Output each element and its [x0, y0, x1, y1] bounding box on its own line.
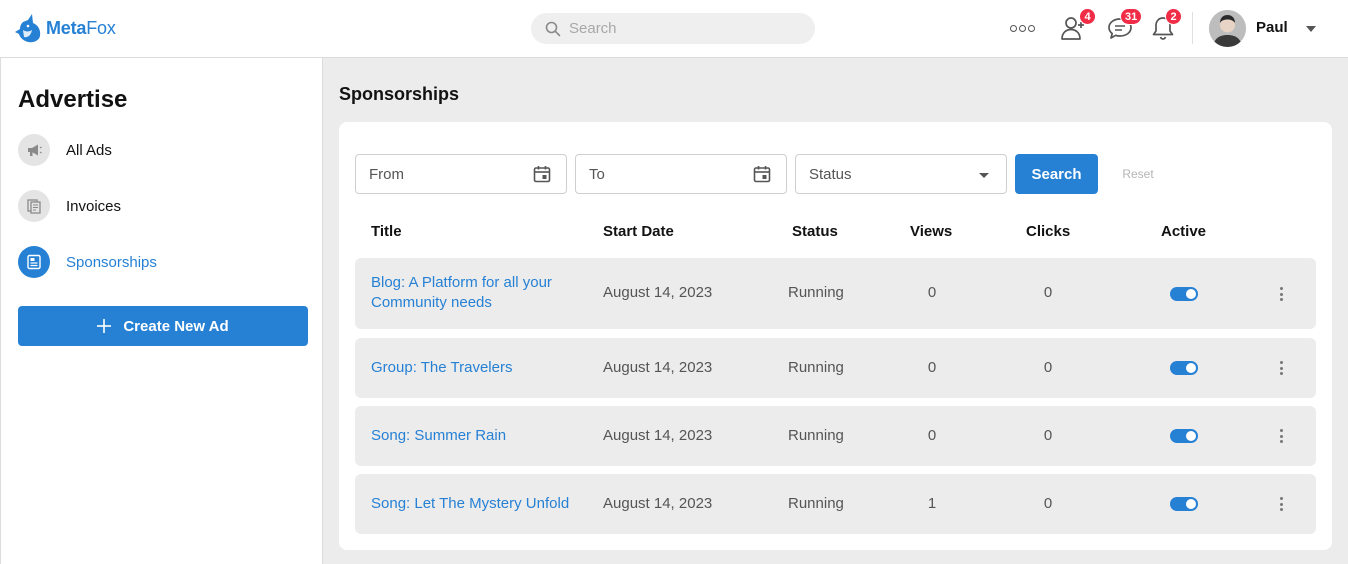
row-clicks: 0: [1043, 495, 1053, 512]
table-row: Blog: A Platform for all your Community …: [355, 258, 1316, 329]
row-status: Running: [788, 427, 844, 444]
row-start-date: August 14, 2023: [603, 495, 713, 512]
status-select[interactable]: Status: [795, 154, 1007, 194]
user-avatar[interactable]: [1209, 10, 1246, 47]
sidebar-item-label: All Ads: [66, 141, 112, 159]
sidebar: Advertise All Ads Invoices Sponsorships …: [0, 58, 323, 564]
page-title: Sponsorships: [339, 84, 460, 104]
search-box[interactable]: [531, 13, 815, 44]
active-toggle[interactable]: [1170, 429, 1198, 443]
row-start-date: August 14, 2023: [603, 284, 713, 301]
row-menu-kebab-icon[interactable]: [1279, 429, 1283, 443]
status-placeholder: Status: [809, 165, 852, 183]
row-title-link[interactable]: Group: The Travelers: [371, 358, 601, 378]
row-views: 0: [927, 427, 937, 444]
create-new-ad-button[interactable]: Create New Ad: [18, 306, 308, 346]
column-header-title: Title: [371, 223, 402, 240]
row-start-date: August 14, 2023: [603, 427, 713, 444]
column-header-start-date: Start Date: [603, 223, 674, 240]
row-clicks: 0: [1043, 359, 1053, 376]
messages-badge: 31: [1120, 8, 1143, 25]
sponsorship-icon: [18, 246, 50, 278]
to-placeholder: To: [589, 165, 605, 183]
sidebar-item-label: Invoices: [66, 197, 122, 215]
sidebar-item-label: Sponsorships: [66, 253, 157, 271]
logo-text: MetaFox: [46, 17, 116, 38]
row-status: Running: [788, 284, 844, 301]
plus-icon: [97, 319, 112, 333]
row-status: Running: [788, 495, 844, 512]
row-menu-kebab-icon[interactable]: [1279, 287, 1283, 301]
invoice-icon: [18, 190, 50, 222]
to-date-field[interactable]: To: [575, 154, 787, 194]
chevron-down-icon: [979, 173, 989, 178]
row-views: 0: [927, 359, 937, 376]
megaphone-icon: [18, 134, 50, 166]
header-divider: [1192, 12, 1193, 44]
notifications-button[interactable]: 2: [1151, 8, 1182, 42]
search-icon: [545, 21, 561, 36]
row-title-link[interactable]: Blog: A Platform for all your Community …: [371, 273, 581, 313]
sponsorships-panel: From To Status Search Reset Title Start …: [339, 122, 1332, 550]
row-menu-kebab-icon[interactable]: [1279, 361, 1283, 375]
more-options-icon[interactable]: [1010, 21, 1036, 35]
column-header-active: Active: [1161, 223, 1207, 240]
search-button[interactable]: Search: [1015, 154, 1098, 194]
from-date-field[interactable]: From: [355, 154, 567, 194]
top-header: MetaFox 4 31 2: [0, 0, 1348, 58]
friend-requests-badge: 4: [1079, 8, 1096, 25]
calendar-icon: [753, 166, 771, 183]
reset-button[interactable]: Reset: [1107, 154, 1169, 194]
row-title-link[interactable]: Song: Let The Mystery Unfold: [371, 494, 601, 514]
row-views: 1: [927, 495, 937, 512]
sidebar-item-all-ads[interactable]: All Ads: [18, 134, 308, 166]
table-row: Group: The Travelers August 14, 2023 Run…: [355, 338, 1316, 398]
active-toggle[interactable]: [1170, 361, 1198, 375]
row-status: Running: [788, 359, 844, 376]
row-menu-kebab-icon[interactable]: [1279, 497, 1283, 511]
notifications-badge: 2: [1165, 8, 1182, 25]
active-toggle[interactable]: [1170, 497, 1198, 511]
user-name[interactable]: Paul: [1256, 19, 1288, 36]
column-header-status: Status: [792, 223, 838, 240]
sidebar-item-invoices[interactable]: Invoices: [18, 190, 308, 222]
row-clicks: 0: [1043, 427, 1053, 444]
messages-button[interactable]: 31: [1107, 8, 1143, 42]
table-row: Song: Let The Mystery Unfold August 14, …: [355, 474, 1316, 534]
fox-logo-icon: [15, 14, 41, 43]
search-input[interactable]: [569, 20, 789, 37]
table-row: Song: Summer Rain August 14, 2023 Runnin…: [355, 406, 1316, 466]
sidebar-title: Advertise: [18, 86, 128, 113]
row-clicks: 0: [1043, 284, 1053, 301]
active-toggle[interactable]: [1170, 287, 1198, 301]
sidebar-item-sponsorships[interactable]: Sponsorships: [18, 246, 308, 278]
avatar-portrait: [1209, 10, 1246, 47]
friend-requests-button[interactable]: 4: [1059, 8, 1096, 42]
create-new-ad-label: Create New Ad: [123, 317, 229, 335]
column-header-clicks: Clicks: [1026, 223, 1071, 240]
from-placeholder: From: [369, 165, 404, 183]
row-title-link[interactable]: Song: Summer Rain: [371, 426, 601, 446]
column-header-views: Views: [910, 223, 953, 240]
calendar-icon: [533, 166, 551, 183]
row-views: 0: [927, 284, 937, 301]
metafox-logo[interactable]: MetaFox: [14, 12, 116, 44]
user-menu-chevron-down-icon[interactable]: [1306, 26, 1316, 32]
row-start-date: August 14, 2023: [603, 359, 713, 376]
